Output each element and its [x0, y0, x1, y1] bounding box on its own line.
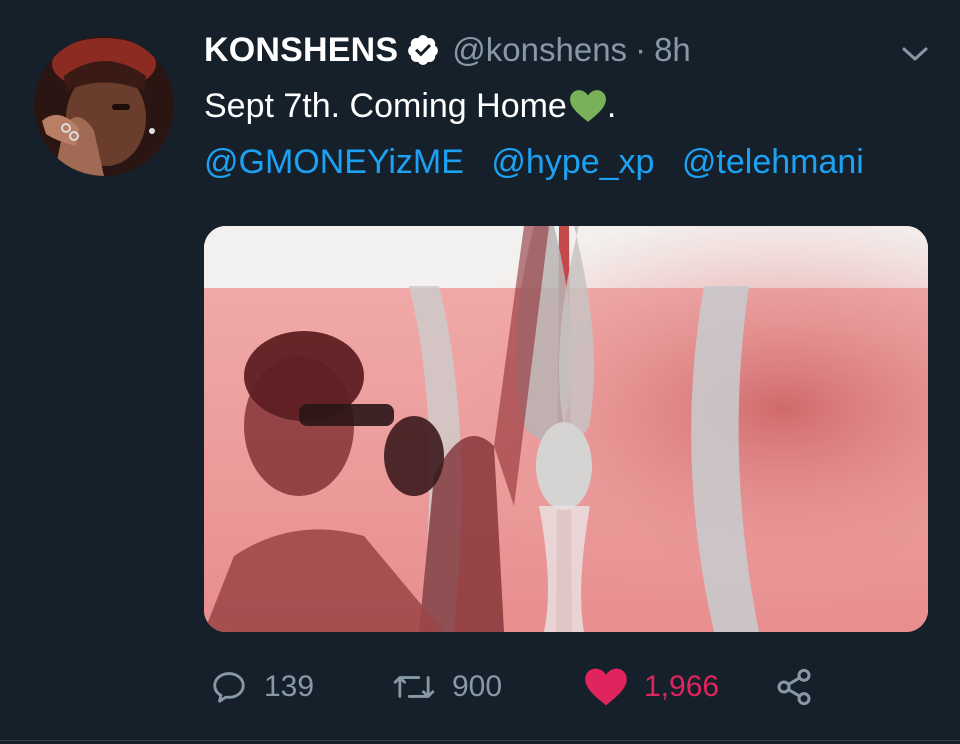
tweet-text: Sept 7th. Coming Home. — [204, 84, 616, 128]
author-handle[interactable]: @konshens — [452, 31, 627, 69]
like-count: 1,966 — [644, 670, 720, 703]
avatar-image — [34, 36, 174, 176]
tweet-header: KONSHENS @konshens · 8h — [204, 28, 691, 72]
mention-link[interactable]: @telehmani — [682, 143, 864, 181]
separator-dot: · — [635, 31, 647, 68]
heart-filled-icon — [585, 668, 627, 706]
retweet-count: 900 — [452, 670, 503, 703]
like-button[interactable]: 1,966 — [584, 662, 719, 712]
tweet-body: Sept 7th. Coming Home — [204, 87, 567, 125]
mention-link[interactable]: @hype_xp — [491, 143, 654, 181]
tweet-body-suffix: . — [606, 87, 617, 125]
retweet-button[interactable]: 900 — [392, 662, 502, 712]
author-avatar[interactable] — [34, 36, 174, 176]
chevron-down-icon[interactable] — [898, 42, 932, 66]
share-icon — [777, 668, 811, 706]
tweet-card[interactable]: KONSHENS @konshens · 8h Sept 7th. Coming… — [0, 0, 960, 744]
mention-link[interactable]: @GMONEYizME — [204, 143, 464, 181]
tweet-actions-bar: 139 900 1,966 — [204, 662, 928, 712]
reply-count: 139 — [264, 670, 315, 703]
author-display-name[interactable]: KONSHENS — [204, 31, 398, 70]
mentions-line: @GMONEYizME @hype_xp @telehmani — [204, 140, 882, 184]
reply-icon — [213, 672, 245, 703]
verified-badge-icon — [408, 35, 439, 65]
tweet-timestamp[interactable]: 8h — [654, 31, 691, 69]
tweet-media-image[interactable] — [204, 226, 928, 632]
bottom-divider — [0, 740, 960, 741]
share-button[interactable] — [774, 662, 814, 712]
kenyan-flag-photo-icon — [204, 226, 928, 632]
reply-button[interactable]: 139 — [210, 662, 314, 712]
retweet-icon — [393, 676, 435, 698]
green-heart-icon — [569, 90, 606, 122]
